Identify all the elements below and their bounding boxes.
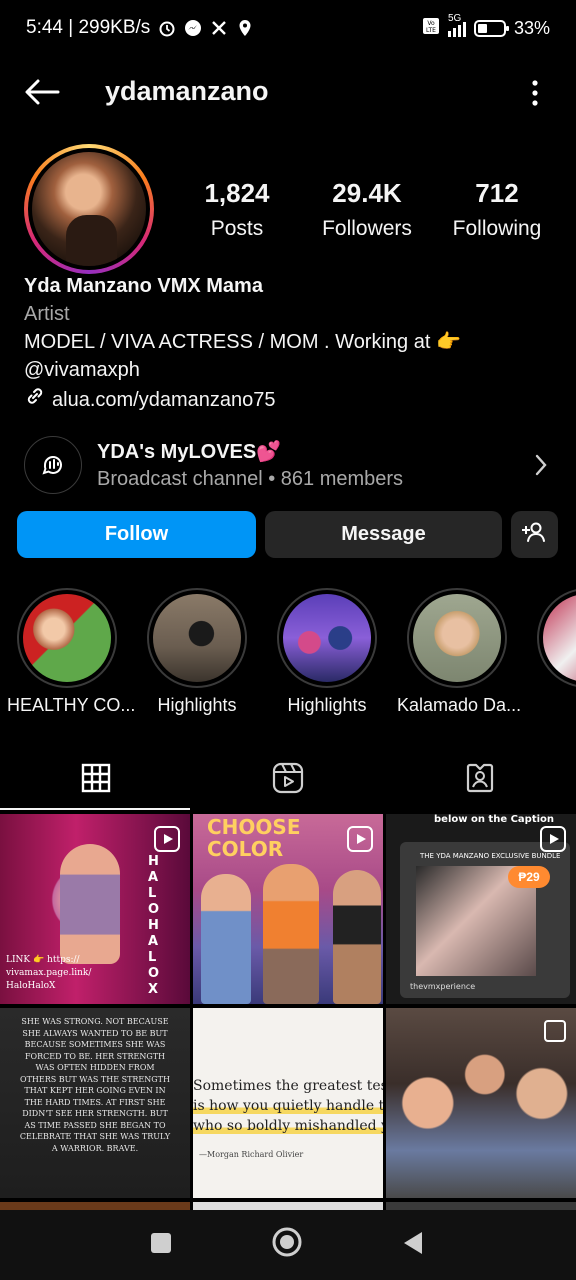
channel-title: YDA's MyLOVES💕 (97, 441, 282, 463)
reel-icon (540, 826, 566, 852)
bio-website-link[interactable]: alua.com/ydamanzano75 (24, 385, 554, 415)
broadcast-channel-icon (24, 436, 82, 494)
post-header: below on the Caption (434, 814, 555, 825)
stat-posts[interactable]: 1,824 Posts (172, 178, 302, 241)
highlight-label: Ch (527, 695, 576, 716)
carousel-icon (544, 1020, 566, 1042)
messenger-icon (184, 19, 202, 37)
profile-avatar[interactable] (24, 144, 154, 274)
back-arrow-icon[interactable] (22, 76, 62, 108)
quote-line-1: Sometimes the greatest test (193, 1078, 383, 1094)
broadcast-channel-row[interactable]: YDA's MyLOVES💕 Broadcast channel • 861 m… (24, 435, 554, 495)
following-label: Following (452, 217, 542, 240)
back-triangle-icon[interactable] (402, 1230, 424, 1261)
post-title: CHOOSE COLOR (207, 815, 301, 861)
battery-icon (473, 19, 509, 37)
website-url: alua.com/ydamanzano75 (52, 389, 276, 411)
post-thumbnail[interactable] (386, 1202, 576, 1210)
post-caption: LINK 👉 https:// vivamax.page.link/ HaloH… (6, 955, 92, 991)
profile-bio: Yda Manzano VMX Mama Artist MODEL / VIVA… (24, 272, 554, 415)
more-options-icon[interactable] (530, 78, 540, 108)
quote-line-3: who so boldly mishandled yo (193, 1118, 383, 1134)
followers-count: 29.4K (332, 178, 402, 208)
stat-following[interactable]: 712 Following (432, 178, 562, 241)
profile-tabs (0, 750, 576, 812)
story-highlights: HEALTHY CO... Highlights Highlights Kala… (0, 588, 576, 718)
highlight-item[interactable]: Highlights (267, 588, 387, 716)
display-name: Yda Manzano VMX Mama (24, 275, 263, 297)
profile-username: ydamanzano (105, 76, 269, 106)
active-tab-indicator (0, 808, 190, 810)
followers-label: Followers (322, 217, 412, 240)
posts-label: Posts (210, 217, 264, 240)
tab-posts-grid[interactable] (0, 750, 192, 810)
stat-followers[interactable]: 29.4K Followers (302, 178, 432, 241)
tagged-icon (464, 762, 496, 799)
location-icon (236, 19, 254, 37)
post-thumbnail[interactable] (386, 1008, 576, 1198)
post-thumbnail[interactable] (0, 1202, 190, 1210)
highlight-item[interactable]: Highlights (137, 588, 257, 716)
link-icon (24, 385, 46, 415)
post-thumbnail[interactable]: SHE WAS STRONG. NOT BECAUSE SHE ALWAYS W… (0, 1008, 190, 1198)
highlight-item[interactable]: HEALTHY CO... (7, 588, 136, 716)
quote-author: —Morgan Richard Olivier (199, 1150, 304, 1159)
follow-button[interactable]: Follow (17, 511, 256, 558)
highlight-label: Kalamado Da... (397, 695, 522, 715)
category-label: Artist (24, 303, 70, 325)
battery-percent: 33% (513, 17, 550, 38)
quote-line-2: is how you quietly handle tho (193, 1098, 383, 1114)
post-thumbnail[interactable]: LINK 👉 https:// vivamax.page.link/ HaloH… (0, 814, 190, 1004)
svg-text:LTE: LTE (426, 27, 436, 34)
profile-header: ydamanzano (0, 62, 576, 122)
channel-subtitle: Broadcast channel • 861 members (97, 468, 404, 490)
signal-icon: 5G (447, 13, 466, 37)
network-type: 5G (447, 13, 462, 24)
reel-icon (154, 826, 180, 852)
tab-reels[interactable] (192, 750, 384, 810)
status-bar: 5:44 | 299KB/s Vo LTE 5G 33% (0, 0, 576, 56)
post-thumbnail[interactable]: below on the Caption THE YDA MANZANO EXC… (386, 814, 576, 1004)
posts-grid: LINK 👉 https:// vivamax.page.link/ HaloH… (0, 814, 576, 1210)
following-count: 712 (475, 178, 519, 208)
highlight-label: Highlights (157, 695, 237, 715)
highlight-label: Highlights (287, 695, 367, 715)
status-time: 5:44 | 299KB/s (26, 17, 151, 38)
post-footer: thevmxperience (410, 982, 476, 991)
post-thumbnail[interactable] (193, 1202, 383, 1210)
volte-icon: Vo LTE (422, 17, 440, 40)
alarm-icon (158, 19, 176, 37)
post-thumbnail[interactable]: Sometimes the greatest test is how you q… (193, 1008, 383, 1198)
reels-icon (272, 762, 304, 799)
suggested-users-button[interactable] (511, 511, 558, 558)
home-circle-icon[interactable] (271, 1226, 303, 1263)
post-thumbnail[interactable]: CHOOSE COLOR (193, 814, 383, 1004)
tab-tagged[interactable] (384, 750, 576, 810)
profile-stats: 1,824 Posts 29.4K Followers 712 Followin… (172, 178, 562, 241)
grid-icon (81, 763, 111, 798)
system-nav-bar (0, 1210, 576, 1280)
add-user-icon (521, 521, 548, 549)
message-button[interactable]: Message (265, 511, 502, 558)
post-quote: SHE WAS STRONG. NOT BECAUSE SHE ALWAYS W… (19, 1017, 171, 1153)
chevron-right-icon (534, 453, 548, 482)
highlight-label: HEALTHY CO... (7, 695, 136, 715)
svg-text:Vo: Vo (427, 20, 435, 27)
x-icon (210, 19, 228, 37)
post-subtitle: THE YDA MANZANO EXCLUSIVE BUNDLE (420, 852, 561, 860)
reel-icon (347, 826, 373, 852)
posts-count: 1,824 (204, 178, 270, 208)
bio-text: MODEL / VIVA ACTRESS / MOM . Working at … (24, 331, 461, 353)
bio-mention-link[interactable]: @vivamaxph (24, 356, 554, 384)
highlight-item[interactable]: Kalamado Da... (397, 588, 522, 716)
highlight-item[interactable]: Ch (527, 588, 576, 716)
recents-square-icon[interactable] (150, 1232, 172, 1259)
price-badge: ₱29 (508, 866, 550, 888)
post-side-text: HALO HALO X (148, 854, 160, 997)
